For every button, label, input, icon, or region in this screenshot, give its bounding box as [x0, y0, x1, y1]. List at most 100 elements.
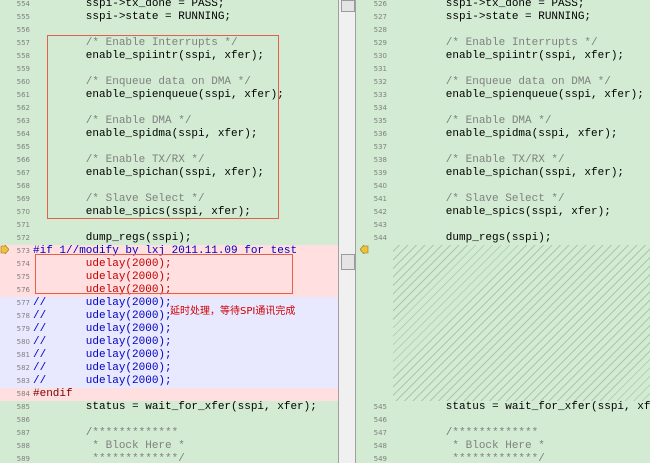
diff-line[interactable]: 587 /*************	[0, 427, 338, 440]
code-text: sspi->state = RUNNING;	[33, 11, 232, 23]
code-text: // udelay(2000);	[33, 297, 172, 309]
diff-line[interactable]: 542 enable_spics(sspi, xfer);	[356, 206, 650, 219]
diff-line[interactable]: 539 enable_spichan(sspi, xfer);	[356, 167, 650, 180]
missing-lines-region	[393, 245, 650, 401]
line-number: 567	[16, 169, 30, 177]
diff-line[interactable]: 541 /* Slave Select */	[356, 193, 650, 206]
line-number: 589	[16, 455, 30, 463]
right-arrow-icon	[0, 245, 9, 254]
line-number: 560	[16, 78, 30, 86]
diff-line[interactable]: 579// udelay(2000);	[0, 323, 338, 336]
diff-line[interactable]: 589 *************/	[0, 453, 338, 463]
code-text: /* Enqueue data on DMA */	[393, 76, 611, 88]
line-number: 580	[16, 338, 30, 346]
line-number: 526	[373, 0, 387, 8]
diff-line[interactable]: 544 dump_regs(sspi);	[356, 232, 650, 245]
line-number: 582	[16, 364, 30, 372]
diff-line[interactable]: 582// udelay(2000);	[0, 362, 338, 375]
line-number: 533	[373, 91, 387, 99]
diff-line[interactable]: 528	[356, 24, 650, 37]
line-number: 545	[373, 403, 387, 411]
diff-line[interactable]: 540	[356, 180, 650, 193]
diff-line[interactable]: 549 *************/	[356, 453, 650, 463]
code-text: * Block Here *	[393, 440, 545, 452]
code-text: dump_regs(sspi);	[393, 232, 552, 244]
code-text: /* Enable DMA */	[393, 115, 552, 127]
diff-line[interactable]: 538 /* Enable TX/RX */	[356, 154, 650, 167]
line-number: 554	[16, 0, 30, 8]
line-number: 588	[16, 442, 30, 450]
line-number: 558	[16, 52, 30, 60]
diff-line[interactable]: 537	[356, 141, 650, 154]
diff-line[interactable]: 584 #endif	[0, 388, 338, 401]
code-text: *************/	[33, 453, 185, 463]
line-number: 541	[373, 195, 387, 203]
diff-line[interactable]: 580// udelay(2000);	[0, 336, 338, 349]
diff-line[interactable]: 536 enable_spidma(sspi, xfer);	[356, 128, 650, 141]
code-text: enable_spienqueue(sspi, xfer);	[393, 89, 644, 101]
line-number: 568	[16, 182, 30, 190]
highlight-box-enable-block	[47, 35, 279, 219]
code-text: // udelay(2000);	[33, 336, 172, 348]
line-number: 527	[373, 13, 387, 21]
diff-line[interactable]: 529 /* Enable Interrupts */	[356, 37, 650, 50]
diff-line[interactable]: 588 * Block Here *	[0, 440, 338, 453]
code-text: #endif	[33, 388, 73, 400]
diff-line[interactable]: 530 enable_spiintr(sspi, xfer);	[356, 50, 650, 63]
scroll-thumb[interactable]	[341, 254, 355, 270]
code-text: /* Enable TX/RX */	[393, 154, 565, 166]
diff-line[interactable]: 534	[356, 102, 650, 115]
diff-line[interactable]: 527 sspi->state = RUNNING;	[356, 11, 650, 24]
line-number: 585	[16, 403, 30, 411]
code-text: status = wait_for_xfer(sspi, xfer);	[33, 401, 317, 413]
diff-line[interactable]: 586	[0, 414, 338, 427]
code-text: /*************	[33, 427, 179, 439]
diff-line[interactable]: 526 sspi->tx_done = PASS;	[356, 0, 650, 11]
code-text: sspi->tx_done = PASS;	[393, 0, 585, 10]
diff-line[interactable]: 583// udelay(2000);	[0, 375, 338, 388]
diff-line[interactable]: 546	[356, 414, 650, 427]
code-text: // udelay(2000);	[33, 349, 172, 361]
diff-line[interactable]: 533 enable_spienqueue(sspi, xfer);	[356, 89, 650, 102]
code-text: enable_spidma(sspi, xfer);	[393, 128, 618, 140]
diff-line[interactable]: 571	[0, 219, 338, 232]
line-number: 537	[373, 143, 387, 151]
code-text: *************/	[393, 453, 545, 463]
code-text: // udelay(2000);	[33, 310, 172, 322]
diff-line[interactable]: 545 status = wait_for_xfer(sspi, xfer);	[356, 401, 650, 414]
diff-line[interactable]: 581// udelay(2000);	[0, 349, 338, 362]
diff-line[interactable]: 555 sspi->state = RUNNING;	[0, 11, 338, 24]
line-number: 579	[16, 325, 30, 333]
diff-line[interactable]: 535 /* Enable DMA */	[356, 115, 650, 128]
code-text: // udelay(2000);	[33, 375, 172, 387]
left-arrow-icon	[360, 245, 369, 254]
gap-gutter	[356, 245, 393, 401]
diff-line[interactable]: 543	[356, 219, 650, 232]
scroll-up-button[interactable]	[341, 0, 355, 12]
diff-line[interactable]: 531	[356, 63, 650, 76]
right-pane[interactable]: 526 sspi->tx_done = PASS; 527 sspi->state…	[356, 0, 650, 463]
splitter-scrollbar[interactable]	[338, 0, 356, 463]
diff-line[interactable]: 572 dump_regs(sspi);	[0, 232, 338, 245]
line-number: 539	[373, 169, 387, 177]
diff-line[interactable]: 585 status = wait_for_xfer(sspi, xfer);	[0, 401, 338, 414]
line-number: 555	[16, 13, 30, 21]
line-number: 535	[373, 117, 387, 125]
line-number: 574	[16, 260, 30, 268]
line-number: 571	[16, 221, 30, 229]
code-text: status = wait_for_xfer(sspi, xfer);	[393, 401, 650, 413]
diff-line[interactable]: 548 * Block Here *	[356, 440, 650, 453]
line-number: 536	[373, 130, 387, 138]
diff-line[interactable]: 532 /* Enqueue data on DMA */	[356, 76, 650, 89]
diff-line[interactable]: 547 /*************	[356, 427, 650, 440]
line-number: 584	[16, 390, 30, 398]
diff-line[interactable]: 554 sspi->tx_done = PASS;	[0, 0, 338, 11]
code-text: /* Enable Interrupts */	[393, 37, 598, 49]
line-number: 563	[16, 117, 30, 125]
line-number: 575	[16, 273, 30, 281]
line-number: 548	[373, 442, 387, 450]
line-number: 549	[373, 455, 387, 463]
line-number: 530	[373, 52, 387, 60]
line-number: 587	[16, 429, 30, 437]
line-number: 577	[16, 299, 30, 307]
